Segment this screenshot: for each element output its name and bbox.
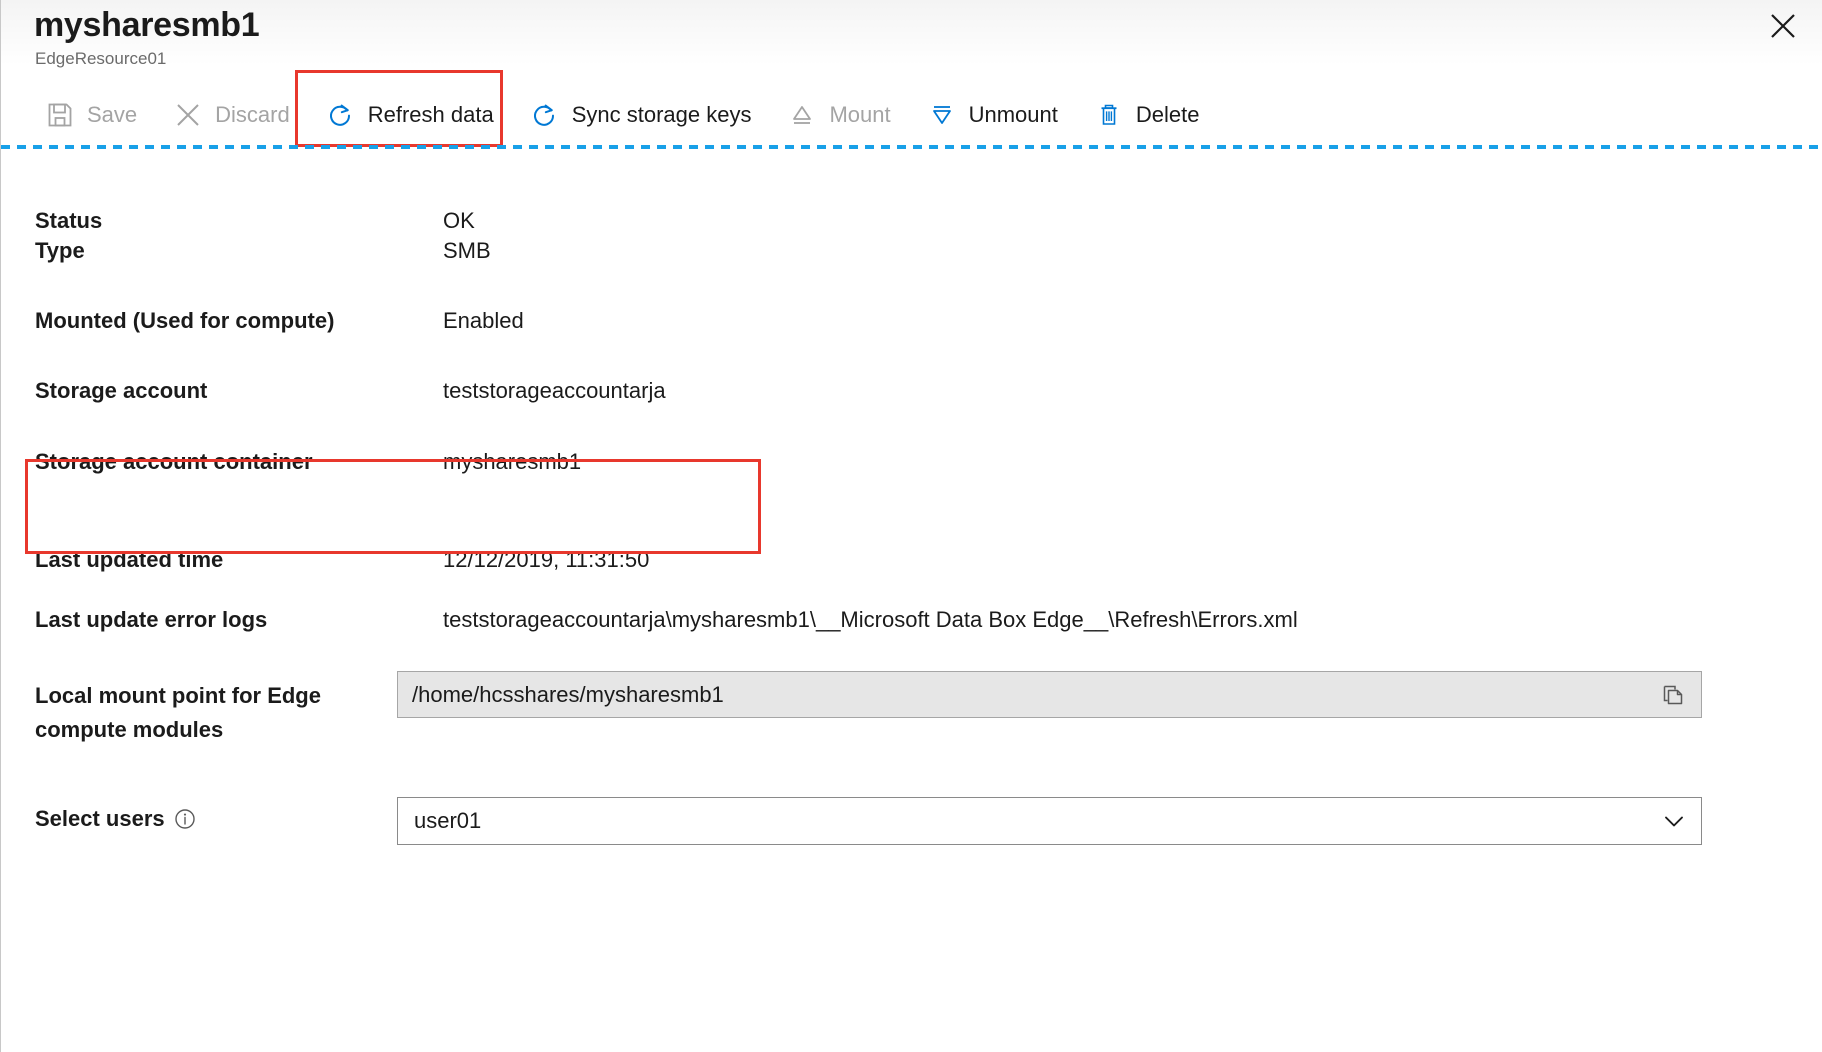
property-row-storage-account-container: Storage account container mysharesmb1 [1, 443, 1822, 514]
property-value: teststorageaccountarja\mysharesmb1\__Mic… [443, 601, 1298, 639]
local-mount-point-label-line1: Local mount point for Edge [35, 679, 397, 713]
delete-button-label: Delete [1136, 104, 1200, 126]
save-button[interactable]: Save [31, 92, 151, 138]
property-row-mounted: Mounted (Used for compute) Enabled [1, 302, 1822, 372]
page-subtitle: EdgeResource01 [35, 49, 166, 69]
property-label: Storage account [35, 372, 443, 410]
resource-blade: mysharesmb1 EdgeResource01 Save [0, 0, 1822, 1052]
select-users-row: Select users user01 [1, 797, 1822, 845]
discard-button-label: Discard [215, 104, 290, 126]
sync-storage-keys-button-label: Sync storage keys [572, 104, 752, 126]
property-value: mysharesmb1 [443, 443, 581, 481]
select-users-label: Select users [35, 797, 397, 830]
info-icon[interactable] [174, 808, 196, 830]
command-bar-divider [1, 145, 1822, 149]
property-row-type: Type SMB [1, 232, 1822, 302]
close-icon [1770, 13, 1796, 39]
unmount-button[interactable]: Unmount [913, 92, 1072, 138]
property-label: Type [35, 232, 443, 270]
sync-icon [530, 100, 560, 130]
refresh-data-button[interactable]: Refresh data [312, 92, 508, 138]
delete-button[interactable]: Delete [1080, 92, 1214, 138]
copy-to-clipboard-button[interactable] [1659, 681, 1687, 709]
property-label: Last update error logs [35, 601, 443, 639]
refresh-data-button-label: Refresh data [368, 104, 494, 126]
property-label: Last updated time [35, 541, 443, 579]
property-value: SMB [443, 232, 491, 270]
refresh-icon [326, 100, 356, 130]
local-mount-point-label-line2: compute modules [35, 713, 397, 747]
local-mount-point-value: /home/hcsshares/mysharesmb1 [412, 684, 1659, 706]
unmount-button-label: Unmount [969, 104, 1058, 126]
save-icon [45, 100, 75, 130]
mount-button[interactable]: Mount [773, 92, 904, 138]
local-mount-point-field[interactable]: /home/hcsshares/mysharesmb1 [397, 671, 1702, 718]
mount-button-label: Mount [829, 104, 890, 126]
blade-header: mysharesmb1 EdgeResource01 [1, 0, 1822, 84]
property-row-last-updated-time: Last updated time 12/12/2019, 11:31:50 [1, 514, 1822, 584]
select-users-value: user01 [414, 810, 1659, 832]
copy-icon [1661, 683, 1685, 707]
property-value: teststorageaccountarja [443, 372, 666, 410]
property-value: Enabled [443, 302, 524, 340]
unmount-icon [927, 100, 957, 130]
discard-button[interactable]: Discard [159, 92, 304, 138]
property-row-last-update-error-logs: Last update error logs teststorageaccoun… [1, 584, 1822, 655]
mount-icon [787, 100, 817, 130]
select-users-label-text: Select users [35, 808, 165, 830]
local-mount-point-label: Local mount point for Edge compute modul… [35, 663, 397, 747]
property-row-storage-account: Storage account teststorageaccountarja [1, 372, 1822, 443]
local-mount-point-row: Local mount point for Edge compute modul… [1, 663, 1822, 747]
trash-icon [1094, 100, 1124, 130]
properties-panel: Status OK Type SMB Mounted (Used for com… [1, 150, 1822, 845]
save-button-label: Save [87, 104, 137, 126]
close-blade-button[interactable] [1761, 6, 1805, 46]
chevron-down-icon [1659, 806, 1689, 836]
discard-icon [173, 100, 203, 130]
page-title: mysharesmb1 [34, 6, 259, 45]
command-bar: Save Discard Refresh data [1, 84, 1822, 146]
property-value: 12/12/2019, 11:31:50 [443, 541, 649, 579]
property-label: Storage account container [35, 443, 443, 481]
property-row-status: Status OK [1, 150, 1822, 232]
property-label: Mounted (Used for compute) [35, 302, 443, 340]
sync-storage-keys-button[interactable]: Sync storage keys [516, 92, 766, 138]
select-users-dropdown[interactable]: user01 [397, 797, 1702, 845]
